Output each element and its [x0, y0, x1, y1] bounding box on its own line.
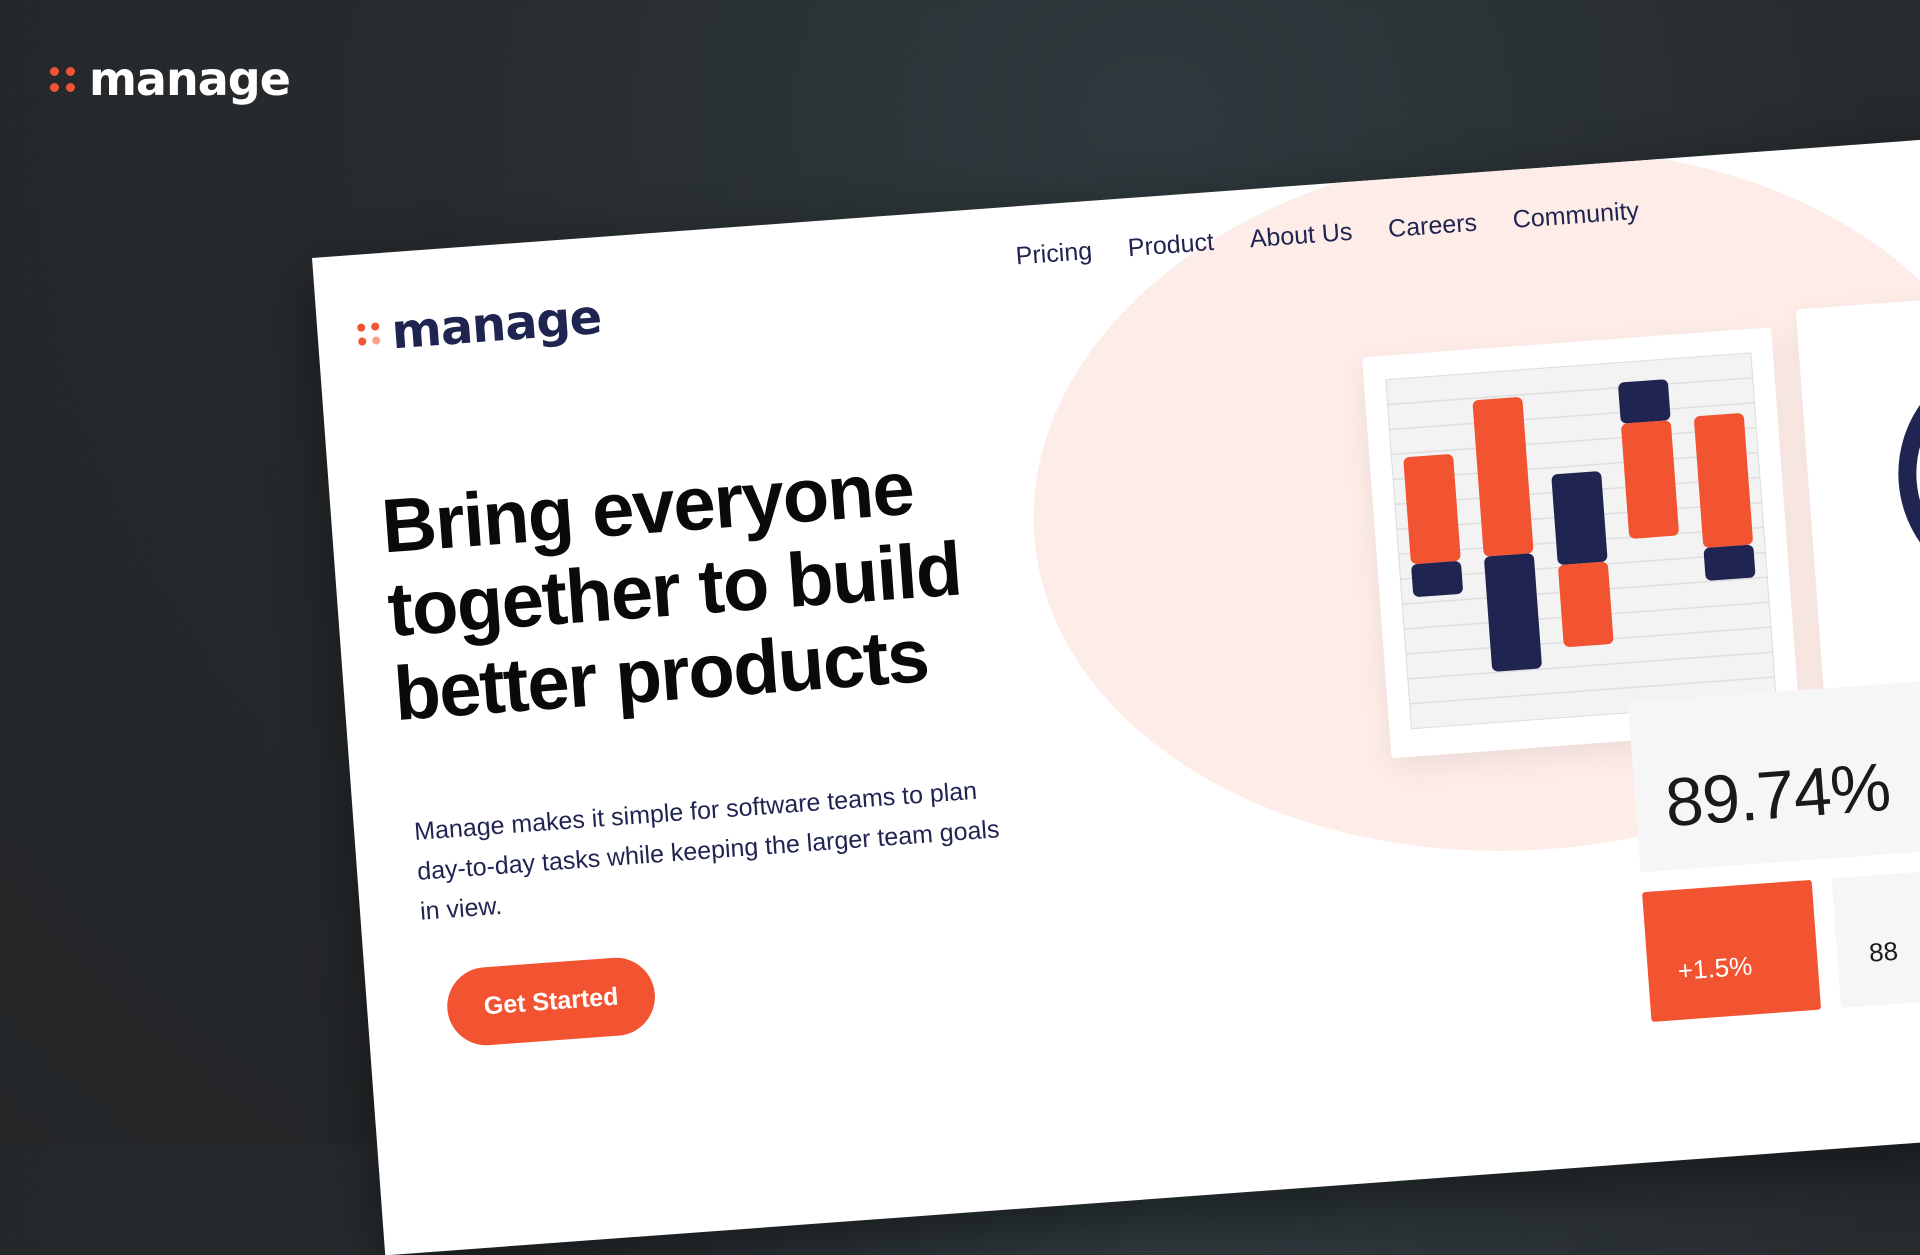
- hero-description: Manage makes it simple for software team…: [413, 776, 1001, 926]
- website-mockup: manage Pricing Product About Us Careers …: [312, 133, 1920, 1255]
- chart-bar-segment: [1484, 553, 1542, 672]
- hero-headline: Bring everyone together to build better …: [378, 445, 964, 738]
- chart-bar-segment: [1621, 420, 1679, 539]
- chart-bar-segment: [1618, 379, 1671, 424]
- bar-chart: [1385, 352, 1777, 730]
- stat-main-value: 89.74%: [1662, 748, 1893, 842]
- chart-bar-segment: [1703, 544, 1756, 581]
- stat-change-value: +1.5%: [1676, 950, 1754, 986]
- site-logo[interactable]: manage: [356, 289, 603, 363]
- background-brand: manage: [50, 52, 291, 106]
- chart-bar-segment: [1551, 471, 1608, 565]
- logo-dots-icon: [356, 322, 381, 346]
- chart-bar-segment: [1403, 454, 1461, 564]
- chart-bar-segment: [1694, 413, 1753, 548]
- donut-chart: [1889, 345, 1920, 603]
- logo-text: manage: [389, 289, 604, 361]
- background-brand-name: manage: [89, 52, 291, 106]
- brand-dots-icon: [50, 66, 75, 92]
- stat-secondary-value: 88: [1867, 935, 1900, 968]
- stat-secondary-card: 88: [1831, 863, 1920, 1009]
- get-started-button[interactable]: Get Started: [444, 954, 658, 1048]
- nav-pricing[interactable]: Pricing: [1015, 237, 1093, 272]
- chart-bar-segment: [1558, 561, 1614, 647]
- stat-change-card: +1.5%: [1642, 879, 1822, 1022]
- chart-bar-segment: [1411, 561, 1463, 597]
- chart-card: [1362, 327, 1801, 759]
